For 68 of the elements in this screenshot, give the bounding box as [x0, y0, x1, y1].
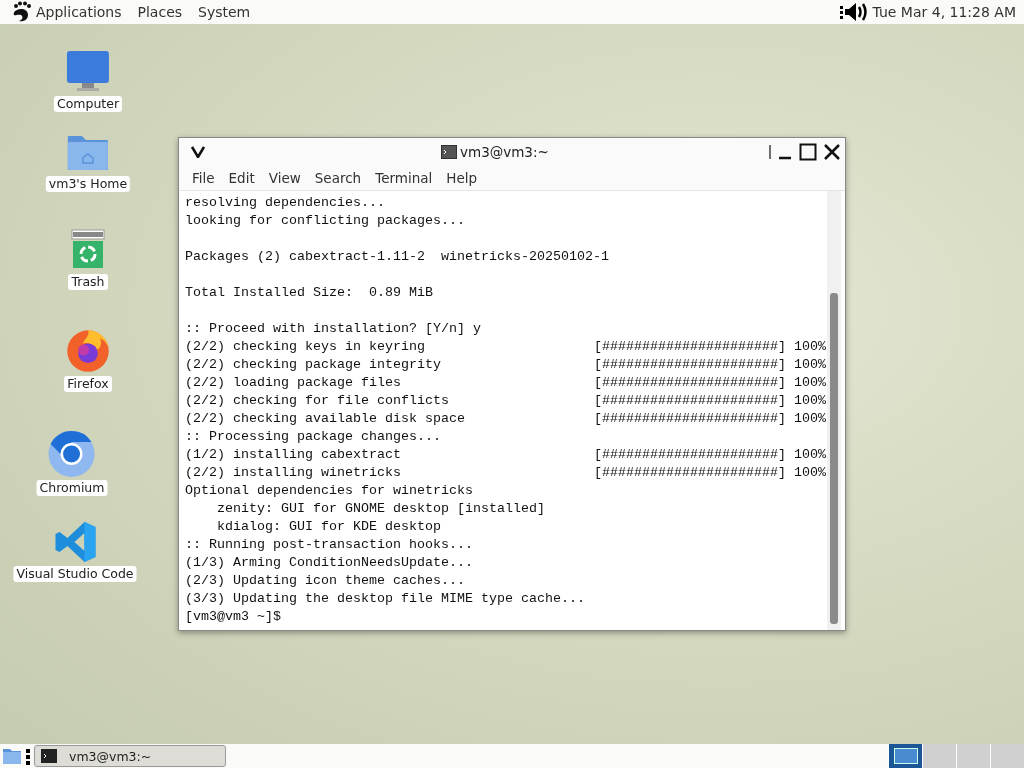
- percent-text: 100%: [793, 392, 826, 410]
- volume-icon[interactable]: [838, 2, 869, 22]
- progress-text: [######################]: [594, 392, 786, 410]
- terminal-line: :: Processing package changes...: [185, 428, 441, 446]
- menu-item[interactable]: File: [192, 170, 215, 186]
- progress-text: [######################]: [594, 446, 786, 464]
- workspace-button[interactable]: [888, 744, 922, 768]
- terminal-line: (2/2) installing winetricks: [185, 464, 402, 482]
- window-menu-icon[interactable]: [191, 146, 205, 158]
- menu-item[interactable]: Search: [314, 170, 362, 186]
- percent-text: 100%: [793, 464, 826, 482]
- handle-icon[interactable]: [26, 747, 30, 765]
- close-icon[interactable]: [823, 143, 841, 161]
- progress-text: [######################]: [594, 374, 786, 392]
- progress-text: [######################]: [594, 464, 786, 482]
- terminal-line: Packages (2) cabextract-1.11-2 winetricks-20250102-1: [185, 248, 609, 266]
- code-editor-icon: [53, 520, 97, 564]
- chromium-icon: [48, 430, 96, 478]
- scrollbar-thumb[interactable]: [830, 293, 838, 624]
- terminal-line: (1/3) Arming ConditionNeedsUpdate...: [185, 554, 473, 572]
- scrollbar[interactable]: [827, 191, 841, 630]
- percent-text: 100%: [793, 356, 826, 374]
- desktop-icon-label[interactable]: Computer: [53, 96, 123, 112]
- terminal-line: (2/2) checking for file conflicts: [185, 392, 450, 410]
- desktop-icon-label[interactable]: Trash: [68, 274, 108, 290]
- terminal-line: resolving dependencies...: [185, 194, 385, 212]
- terminal-line: Optional dependencies for winetricks: [185, 482, 473, 500]
- terminal-icon: [41, 749, 57, 763]
- terminal-line: (2/2) checking keys in keyring: [185, 338, 426, 356]
- clock-text[interactable]: Tue Mar 4, 11:28 AM: [872, 4, 1016, 20]
- minimize-icon[interactable]: [769, 143, 793, 161]
- desktop-icon-label[interactable]: Visual Studio Code: [13, 566, 137, 582]
- maximize-icon[interactable]: [799, 143, 817, 161]
- terminal-icon: [441, 145, 457, 159]
- desktop-icon-label[interactable]: Firefox: [64, 376, 112, 392]
- foot-logo-icon[interactable]: [12, 1, 32, 23]
- panel-menu[interactable]: System: [198, 4, 251, 20]
- percent-text: 100%: [793, 410, 826, 428]
- percent-text: 100%: [793, 446, 826, 464]
- menu-item[interactable]: Help: [446, 170, 478, 186]
- percent-text: 100%: [793, 374, 826, 392]
- panel-menu[interactable]: Places: [137, 4, 183, 20]
- terminal-line: :: Proceed with installation? [Y/n] y: [185, 320, 481, 338]
- progress-text: [######################]: [594, 338, 786, 356]
- menu-item[interactable]: Terminal: [375, 170, 433, 186]
- terminal-line: Total Installed Size: 0.89 MiB: [185, 284, 433, 302]
- terminal-line: [vm3@vm3 ~]$: [185, 608, 281, 626]
- taskbar-button[interactable]: vm3@vm3:~: [34, 745, 226, 767]
- progress-text: [######################]: [594, 356, 786, 374]
- terminal-line: :: Running post-transaction hooks...: [185, 536, 473, 554]
- progress-text: [######################]: [594, 410, 786, 428]
- terminal-line: (2/2) checking package integrity: [185, 356, 442, 374]
- terminal-line: looking for conflicting packages...: [185, 212, 465, 230]
- terminal-line: (1/2) installing cabextract: [185, 446, 402, 464]
- terminal-line: zenity: GUI for GNOME desktop [installed]: [216, 500, 545, 518]
- terminal-line: (2/2) loading package files: [185, 374, 402, 392]
- window-title: vm3@vm3:~: [460, 144, 549, 160]
- menu-item[interactable]: View: [268, 170, 301, 186]
- panel-menu[interactable]: Applications: [36, 4, 122, 20]
- monitor-icon: [66, 50, 110, 94]
- terminal-line: kdialog: GUI for KDE desktop: [216, 518, 441, 536]
- desktop-icon-label[interactable]: Chromium: [36, 480, 108, 496]
- terminal-line: (3/3) Updating the desktop file MIME type cache...: [185, 590, 585, 608]
- desktop-icon-label[interactable]: vm3's Home: [45, 176, 131, 192]
- terminal-line: (2/3) Updating icon theme caches...: [185, 572, 465, 590]
- terminal-line: (2/2) checking available disk space: [185, 410, 466, 428]
- menu-item[interactable]: Edit: [228, 170, 255, 186]
- percent-text: 100%: [793, 338, 826, 356]
